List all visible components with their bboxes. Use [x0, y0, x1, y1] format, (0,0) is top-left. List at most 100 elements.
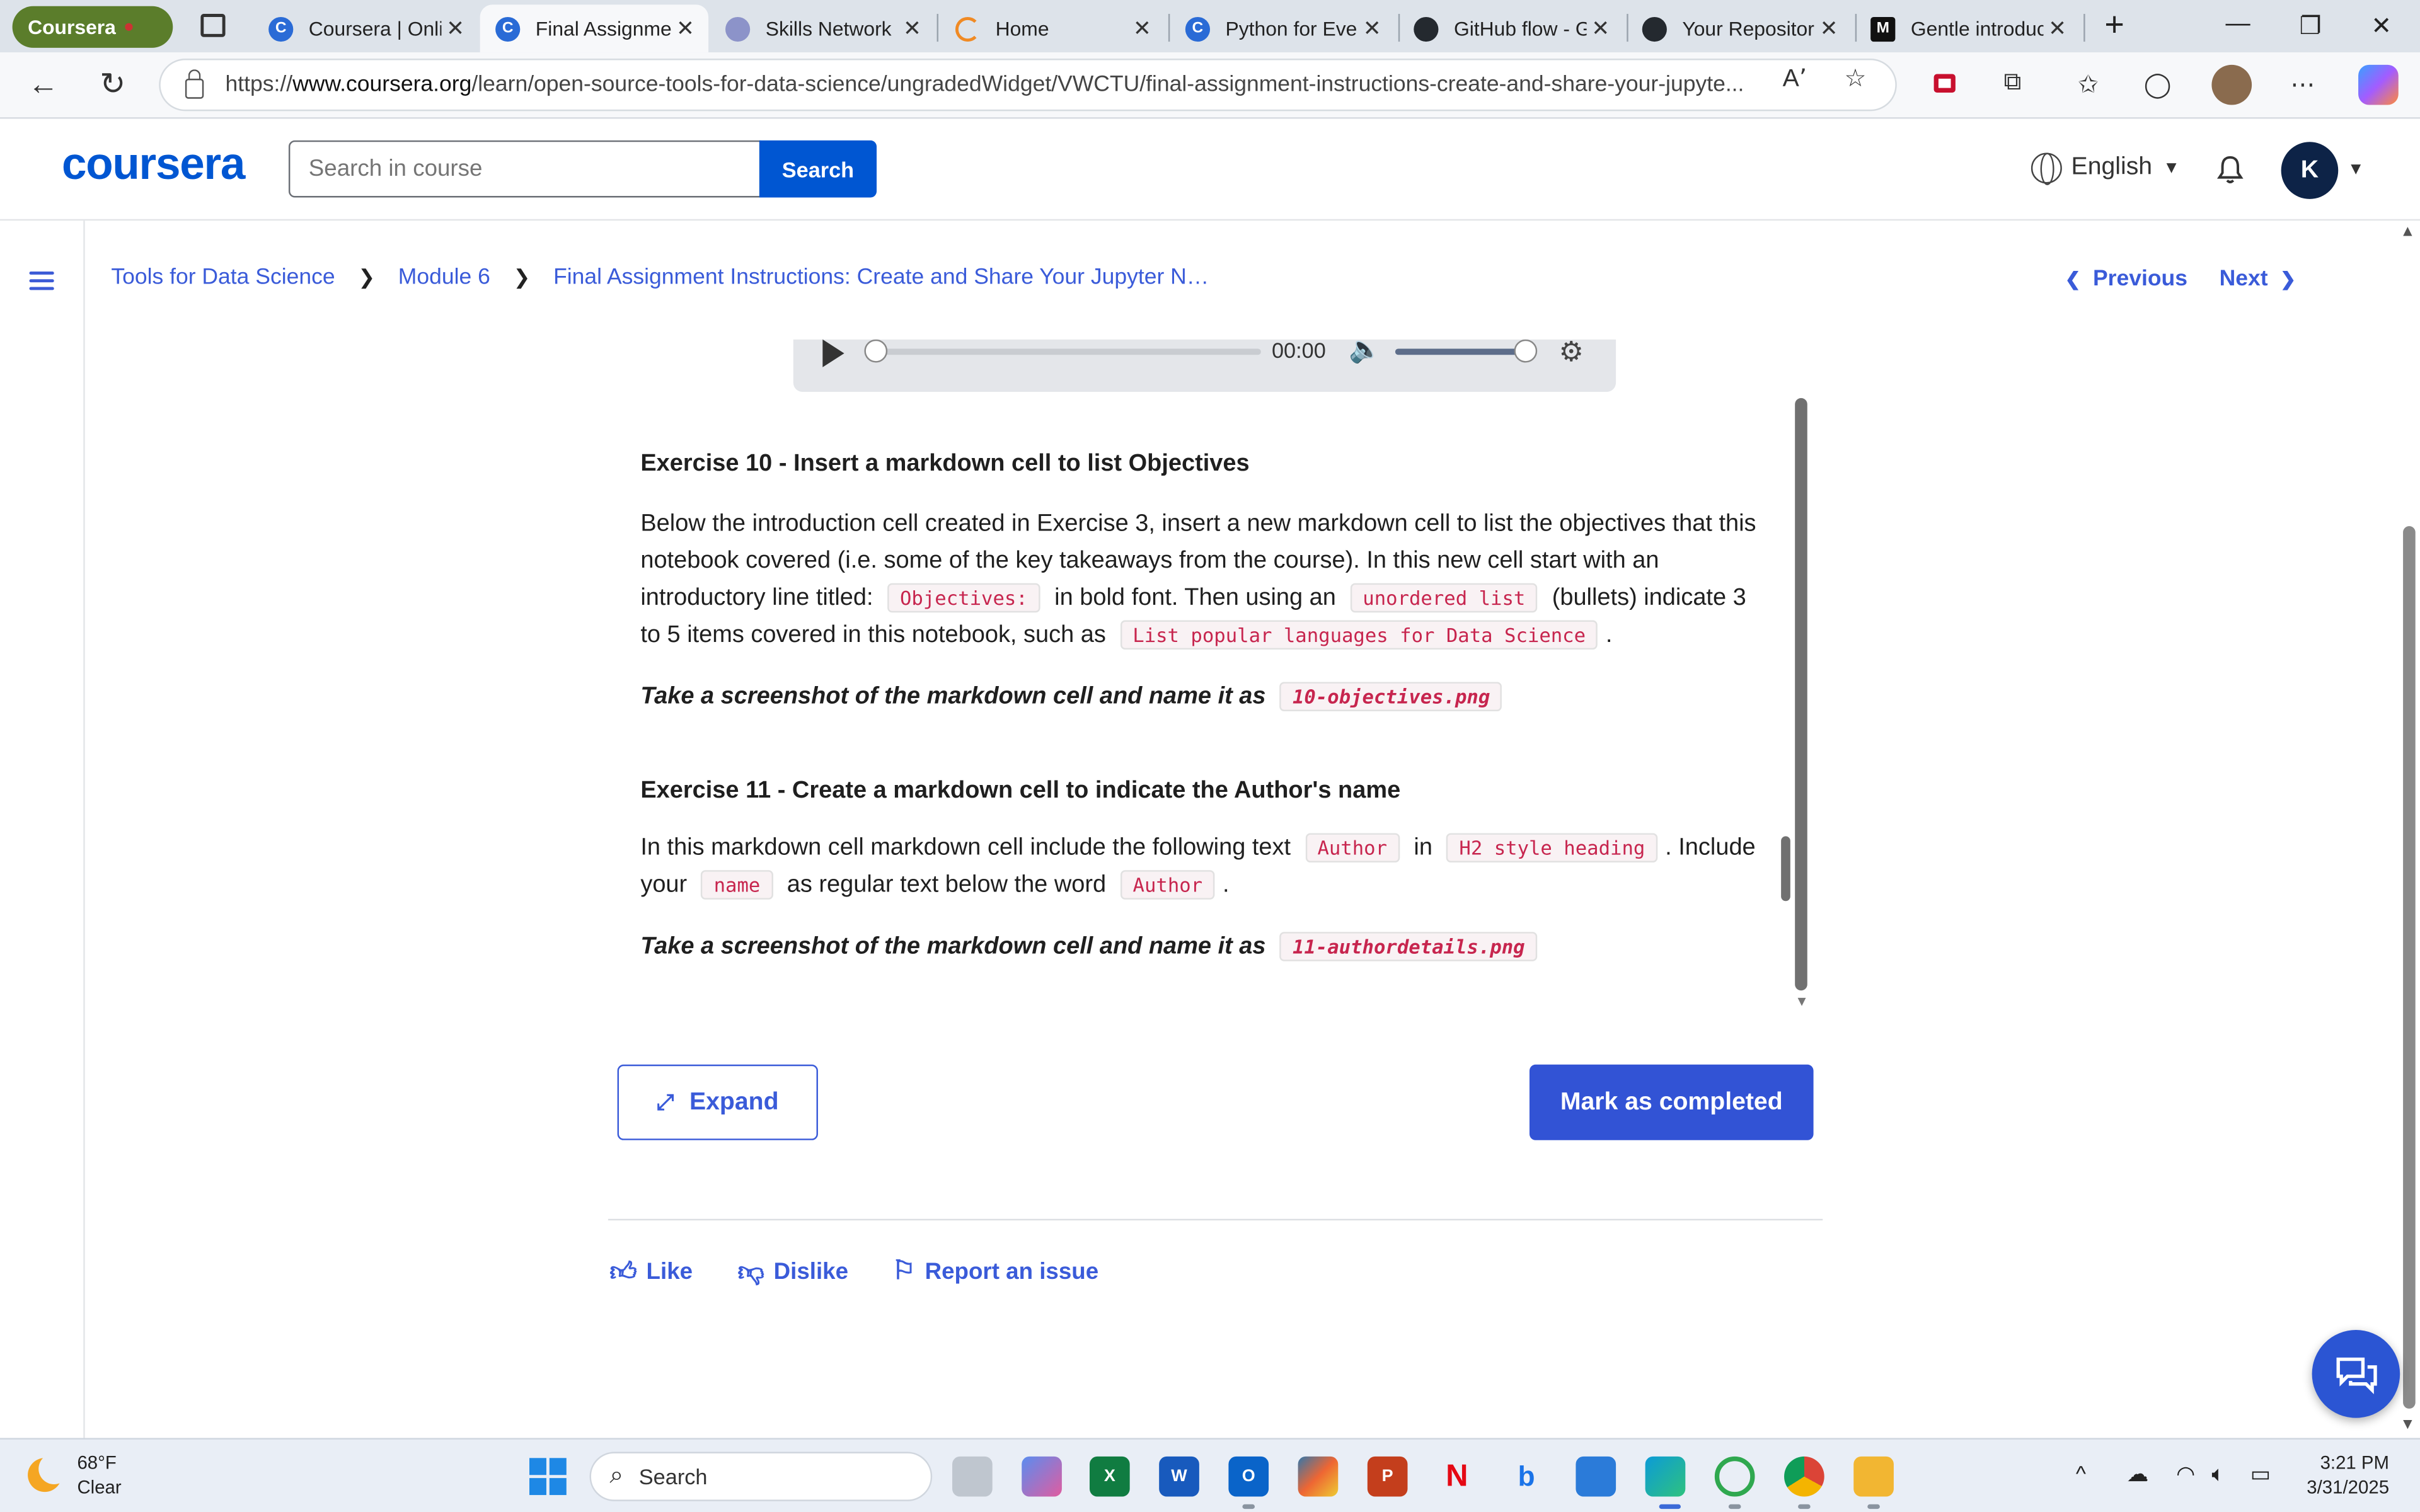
audio-seek-handle[interactable]	[864, 339, 888, 363]
menu-hamburger-icon[interactable]	[29, 272, 54, 295]
store-icon[interactable]	[1576, 1456, 1616, 1497]
vertical-tabs-icon[interactable]	[200, 14, 226, 37]
course-search-input[interactable]	[288, 140, 761, 198]
close-tab-icon[interactable]: ✕	[1815, 15, 1843, 42]
content-scrollbar[interactable]: ▼	[1780, 398, 1811, 1016]
chat-button[interactable]	[2312, 1330, 2400, 1418]
close-tab-icon[interactable]: ✕	[1358, 15, 1386, 42]
tab-group-coursera[interactable]: Coursera	[12, 6, 173, 48]
taskbar-search[interactable]: ⌕ Search	[589, 1452, 933, 1501]
audio-player: 00:00 🔈 ⚙	[793, 339, 1616, 392]
battery-icon[interactable]: ▭	[2250, 1461, 2271, 1487]
code-h2-style-heading: H2 style heading	[1446, 833, 1657, 862]
loading-app-icon[interactable]	[1714, 1456, 1755, 1497]
wifi-icon[interactable]: ◠	[2176, 1461, 2195, 1487]
tab-coursera-online[interactable]: C Coursera | Online ✕	[253, 4, 479, 52]
mcafee-extension-icon[interactable]	[1929, 69, 1960, 100]
tab-gentle-introduction[interactable]: M Gentle introduc ✕	[1855, 4, 2081, 52]
search-button[interactable]: Search	[759, 140, 877, 198]
code-author-word: Author	[1120, 870, 1215, 900]
back-icon[interactable]: ←	[25, 66, 62, 103]
restore-icon[interactable]: ❐	[2295, 11, 2326, 42]
audio-seek-bar[interactable]	[878, 348, 1261, 355]
new-tab-icon[interactable]: +	[2099, 4, 2130, 45]
outlook-icon[interactable]: O	[1228, 1456, 1269, 1497]
code-objectives: Objectives:	[887, 583, 1040, 613]
collections-icon[interactable]: ◯	[2142, 69, 2173, 100]
language-selector[interactable]: English ▼	[2031, 152, 2180, 185]
powerpoint-icon[interactable]: P	[1367, 1456, 1408, 1497]
tab-home[interactable]: Home ✕	[940, 4, 1165, 52]
onedrive-icon[interactable]: ☁	[2127, 1461, 2148, 1487]
next-button[interactable]: Next ❯	[2220, 267, 2308, 292]
previous-button[interactable]: ❮ Previous	[2053, 267, 2187, 292]
notifications-bell-icon[interactable]	[2216, 154, 2244, 185]
skills-network-favicon-icon	[725, 16, 751, 41]
address-bar[interactable]: https://www.coursera.org/learn/open-sour…	[159, 59, 1897, 112]
weather-widget[interactable]: 68°F Clear	[28, 1450, 122, 1499]
breadcrumb-module[interactable]: Module 6	[398, 265, 490, 290]
gear-icon[interactable]: ⚙	[1559, 340, 1584, 369]
content-scroll-track[interactable]	[1795, 398, 1807, 991]
task-view-icon[interactable]	[952, 1456, 993, 1497]
scroll-down-arrow-icon[interactable]: ▼	[1795, 994, 1809, 1009]
bing-icon[interactable]: b	[1506, 1456, 1547, 1497]
weather-condition: Clear	[77, 1476, 122, 1498]
minimize-icon[interactable]: —	[2223, 11, 2254, 38]
lock-icon	[185, 68, 204, 98]
scroll-down-arrow-icon[interactable]: ▼	[2400, 1416, 2415, 1433]
close-tab-icon[interactable]: ✕	[671, 15, 699, 42]
coursera-logo[interactable]: coursera	[62, 140, 245, 192]
profile-avatar[interactable]	[2211, 64, 2252, 105]
file-explorer-icon[interactable]	[1853, 1456, 1894, 1497]
content-scroll-thumb[interactable]	[1781, 836, 1790, 902]
favorite-star-icon[interactable]: ☆	[1845, 63, 1867, 94]
user-avatar[interactable]: K	[2281, 142, 2339, 199]
favorites-icon[interactable]: ✩	[2073, 69, 2104, 100]
tab-python-for-everybody[interactable]: C Python for Every ✕	[1170, 4, 1395, 52]
page-scroll-thumb[interactable]	[2403, 526, 2416, 1409]
tray-overflow-icon[interactable]: ^	[2076, 1461, 2086, 1486]
scroll-up-arrow-icon[interactable]: ▲	[2400, 224, 2415, 241]
more-options-icon[interactable]: ⋯	[2287, 69, 2318, 100]
copilot-app-icon[interactable]	[1022, 1456, 1062, 1497]
account-menu-chevron-icon[interactable]: ▼	[2348, 161, 2365, 179]
volume-icon[interactable]: 🔈	[1349, 340, 1381, 366]
edge-icon[interactable]	[1645, 1456, 1686, 1497]
close-tab-icon[interactable]: ✕	[441, 15, 469, 42]
dislike-button[interactable]: 👎︎ Dislike	[738, 1256, 848, 1288]
tab-your-repositories[interactable]: Your Repositorie ✕	[1627, 4, 1852, 52]
expand-button[interactable]: ⤢ Expand	[617, 1064, 818, 1140]
copilot-icon[interactable]	[2358, 64, 2399, 105]
extensions-icon[interactable]: ⧉	[1997, 69, 2028, 100]
page-scrollbar[interactable]: ▲ ▼	[2397, 220, 2420, 1438]
mark-as-completed-button[interactable]: Mark as completed	[1529, 1064, 1814, 1140]
m365-icon[interactable]	[1298, 1456, 1339, 1497]
volume-slider[interactable]	[1395, 348, 1527, 355]
word-icon[interactable]: W	[1159, 1456, 1199, 1497]
chrome-icon[interactable]	[1784, 1456, 1824, 1497]
breadcrumb-item[interactable]: Final Assignment Instructions: Create an…	[553, 265, 1209, 290]
close-window-icon[interactable]: ✕	[2366, 11, 2397, 42]
play-icon[interactable]	[822, 339, 844, 367]
tab-skills-network[interactable]: Skills Network L ✕	[710, 4, 936, 52]
close-tab-icon[interactable]: ✕	[898, 15, 926, 42]
tab-github-flow[interactable]: GitHub flow - G ✕	[1398, 4, 1624, 52]
system-clock[interactable]: 3:21 PM 3/31/2025	[2281, 1450, 2389, 1499]
windows-start-icon[interactable]	[529, 1458, 567, 1496]
breadcrumb-course[interactable]: Tools for Data Science	[111, 265, 335, 290]
code-list-popular-languages: List popular languages for Data Science	[1120, 620, 1598, 650]
refresh-icon[interactable]: ↻	[94, 66, 131, 103]
tab-final-assignment[interactable]: C Final Assignment ✕	[480, 4, 709, 53]
close-tab-icon[interactable]: ✕	[1128, 15, 1156, 42]
close-tab-icon[interactable]: ✕	[1587, 15, 1615, 42]
netflix-icon[interactable]: N	[1437, 1456, 1477, 1497]
close-tab-icon[interactable]: ✕	[2043, 15, 2071, 42]
excel-icon[interactable]: X	[1089, 1456, 1130, 1497]
speaker-icon[interactable]: 🔈︎	[2211, 1461, 2225, 1487]
volume-handle[interactable]	[1514, 339, 1538, 363]
read-aloud-icon[interactable]: A՚	[1783, 63, 1807, 94]
report-issue-button[interactable]: ⚐ Report an issue	[892, 1256, 1099, 1286]
divider	[608, 1218, 1823, 1221]
like-button[interactable]: 👍︎ Like	[609, 1256, 693, 1288]
